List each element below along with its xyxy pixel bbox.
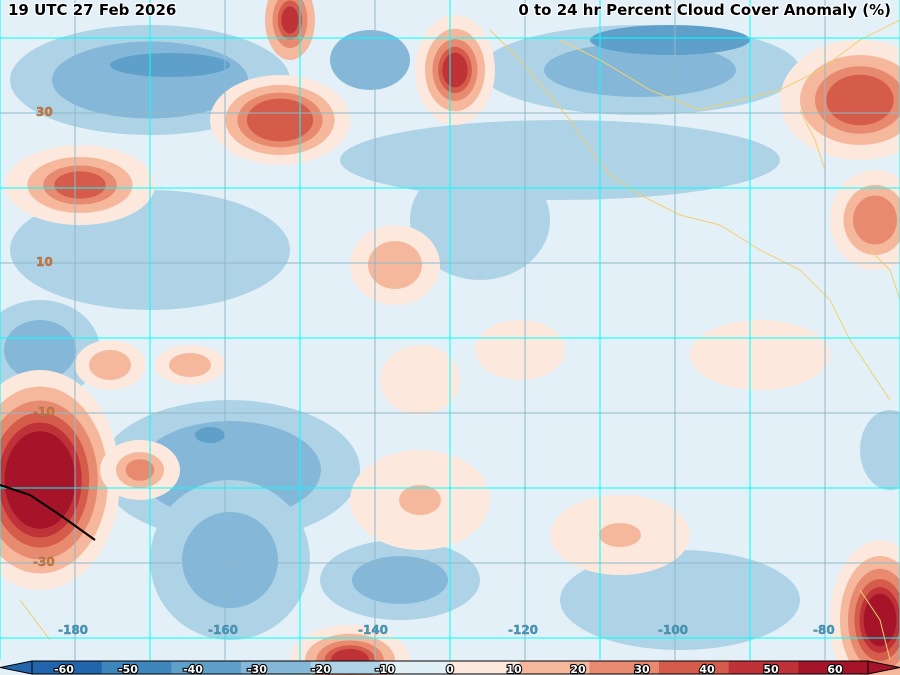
lon-label: -120 xyxy=(508,623,538,637)
lon-label: -100 xyxy=(658,623,688,637)
contour-fill xyxy=(246,98,314,142)
colorbar-tick: 30 xyxy=(634,663,650,675)
lon-label: -180 xyxy=(58,623,88,637)
colorbar-segment xyxy=(659,661,730,674)
map-canvas: 30 10 -10 -30 -180 -160 -140 -120 -100 -… xyxy=(0,0,900,675)
lat-label: 10 xyxy=(36,255,53,269)
contour-fill xyxy=(195,427,225,443)
contour-fill xyxy=(442,52,468,88)
cloud-anomaly-map: 30 10 -10 -30 -180 -160 -140 -120 -100 -… xyxy=(0,0,900,675)
lat-label: -30 xyxy=(33,555,55,569)
contour-fill xyxy=(368,241,422,289)
contour-fill xyxy=(281,6,299,34)
contour-fill xyxy=(89,350,131,380)
contour-fill xyxy=(182,512,278,608)
contour-fill xyxy=(330,30,410,90)
colorbar-tick: 0 xyxy=(446,663,454,675)
colorbar-segment xyxy=(171,661,242,674)
contour-fill xyxy=(399,485,441,515)
colorbar-tick: -60 xyxy=(54,663,74,675)
colorbar-tick: 10 xyxy=(506,663,522,675)
contour-fill xyxy=(599,523,641,547)
contour-fill xyxy=(826,74,894,126)
lon-label: -80 xyxy=(813,623,835,637)
product-title: 0 to 24 hr Percent Cloud Cover Anomaly (… xyxy=(518,1,891,19)
colorbar-tick: -40 xyxy=(183,663,203,675)
lon-label: -160 xyxy=(208,623,238,637)
colorbar-tick: -10 xyxy=(375,663,395,675)
contour-fill xyxy=(475,320,565,380)
colorbar-tick: -50 xyxy=(118,663,138,675)
colorbar-tick: 50 xyxy=(763,663,779,675)
contour-fill xyxy=(690,320,830,390)
contour-fill xyxy=(169,353,211,377)
contour-fill xyxy=(852,195,898,245)
colorbar-tick: -20 xyxy=(311,663,331,675)
contour-fill xyxy=(590,25,750,55)
colorbar-tick: 40 xyxy=(699,663,715,675)
colorbar-tick: 20 xyxy=(570,663,586,675)
contour-fill xyxy=(54,171,106,199)
colorbar-tick: -30 xyxy=(247,663,267,675)
contour-fill xyxy=(110,53,230,77)
valid-time: 19 UTC 27 Feb 2026 xyxy=(8,1,177,19)
contour-fill xyxy=(380,345,460,415)
colorbar-tick: 60 xyxy=(827,663,843,675)
lat-label: 30 xyxy=(36,105,53,119)
lat-label: -10 xyxy=(33,405,55,419)
contour-fill xyxy=(4,431,76,529)
lon-label: -140 xyxy=(358,623,388,637)
